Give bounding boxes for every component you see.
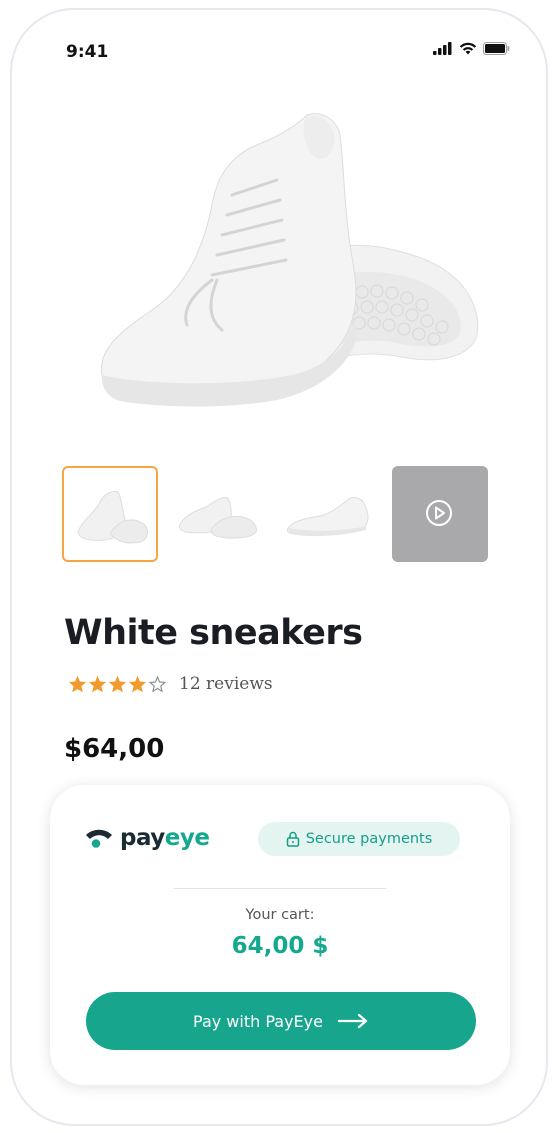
divider bbox=[174, 888, 386, 889]
video-thumbnail[interactable] bbox=[392, 466, 488, 562]
cart-total: 64,00 $ bbox=[231, 933, 329, 959]
pay-with-payeye-button[interactable]: Pay with PayEye bbox=[86, 992, 476, 1050]
status-icons bbox=[433, 42, 510, 55]
wifi-icon bbox=[459, 42, 477, 55]
arrow-right-icon bbox=[337, 1013, 368, 1029]
product-title: White sneakers bbox=[64, 613, 363, 653]
product-rating: 12 reviews bbox=[68, 674, 273, 694]
payeye-wordmark: payeye bbox=[120, 825, 210, 851]
battery-icon bbox=[483, 42, 510, 55]
secure-payments-badge: Secure payments bbox=[258, 822, 460, 856]
star-filled-icon bbox=[68, 675, 87, 693]
product-hero-image bbox=[82, 95, 502, 425]
play-icon bbox=[426, 500, 452, 526]
star-filled-icon bbox=[128, 675, 147, 693]
star-filled-icon bbox=[88, 675, 107, 693]
reviews-count[interactable]: 12 reviews bbox=[179, 674, 273, 694]
thumbnail-strip bbox=[62, 466, 488, 562]
payeye-logo: payeye bbox=[84, 825, 210, 851]
status-time: 9:41 bbox=[66, 42, 109, 62]
star-empty-icon bbox=[148, 675, 167, 693]
product-price: $64,00 bbox=[64, 734, 165, 764]
thumbnail-3[interactable] bbox=[282, 466, 378, 562]
phone-frame: 9:41 White sneakers 12 reviews $64,00 pa… bbox=[10, 8, 548, 1126]
signal-icon bbox=[433, 42, 452, 55]
thumbnail-2[interactable] bbox=[172, 466, 268, 562]
cart-label: Your cart: bbox=[245, 907, 315, 923]
star-rating bbox=[68, 675, 167, 693]
payeye-checkout-card: payeye Secure payments Your cart: 64,00 … bbox=[50, 785, 510, 1085]
pay-button-label: Pay with PayEye bbox=[193, 1011, 323, 1031]
star-filled-icon bbox=[108, 675, 127, 693]
payeye-logo-icon bbox=[86, 829, 112, 848]
thumbnail-1[interactable] bbox=[62, 466, 158, 562]
status-bar: 9:41 bbox=[12, 10, 546, 90]
lock-icon bbox=[286, 831, 299, 847]
secure-payments-label: Secure payments bbox=[305, 831, 433, 847]
